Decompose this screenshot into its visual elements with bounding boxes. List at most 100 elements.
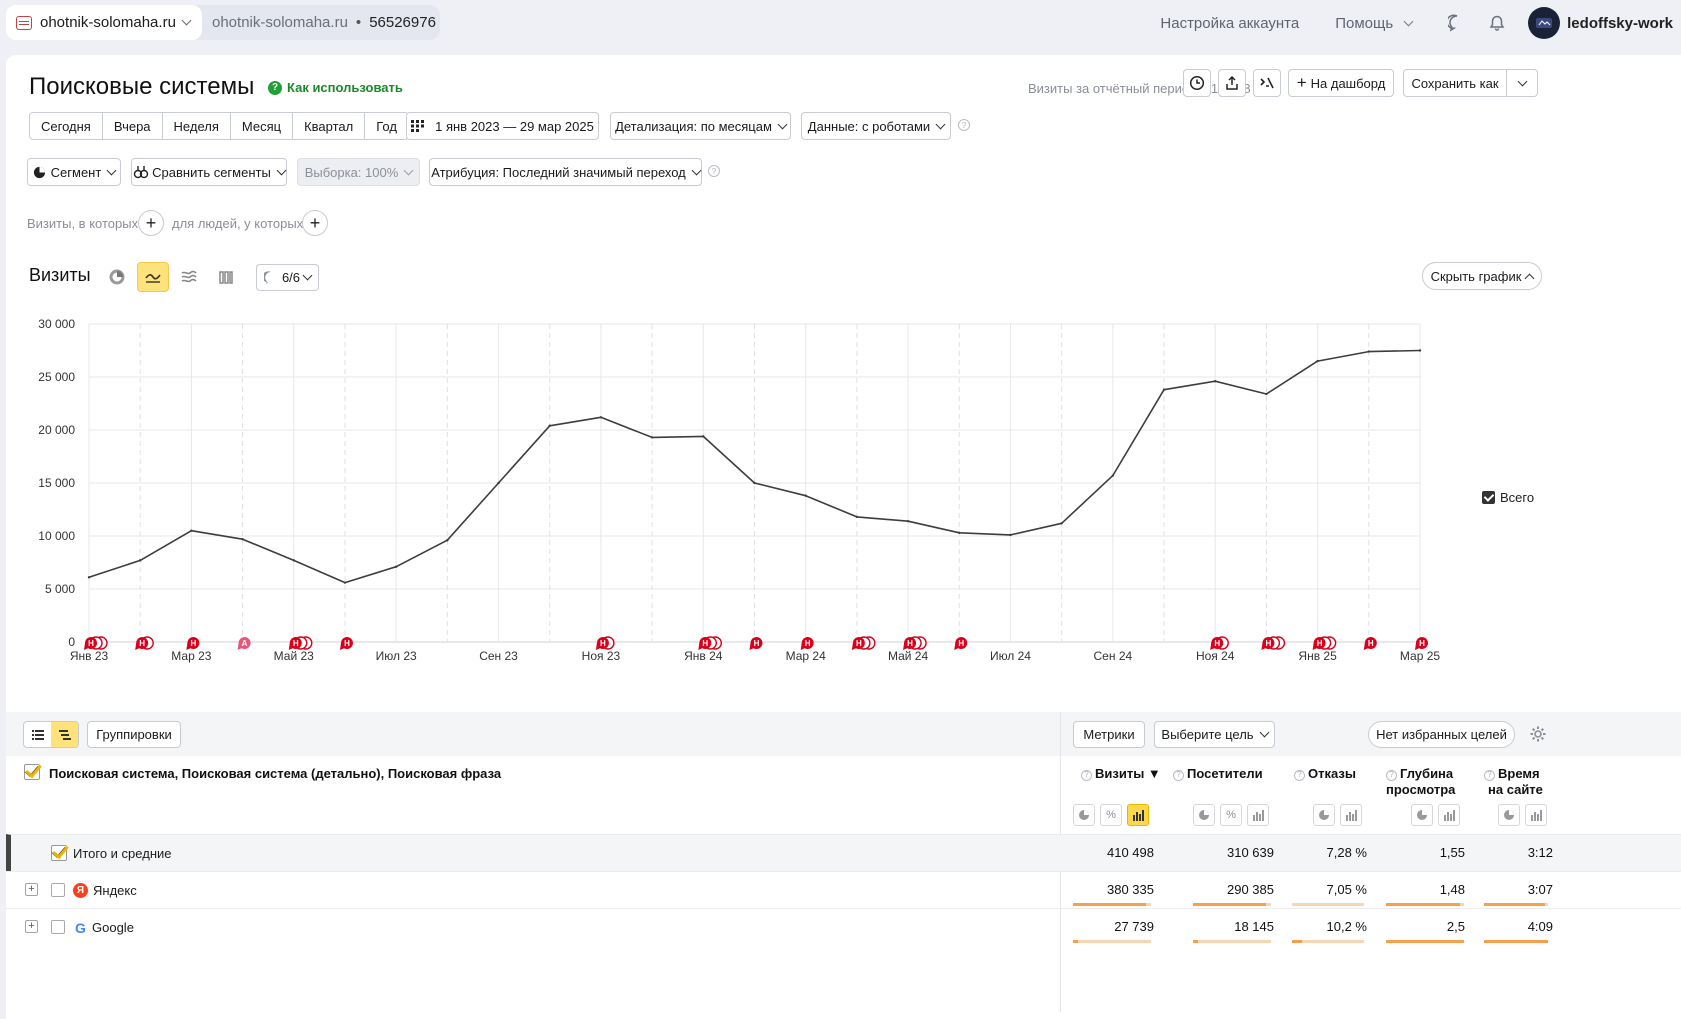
compare-segments-dropdown[interactable]: Сравнить сегменты bbox=[131, 158, 287, 186]
data-point bbox=[804, 494, 807, 497]
col-header-visits[interactable]: ? Визиты ▼ bbox=[1081, 766, 1161, 782]
favorite-goals-button[interactable]: Нет избранных целей bbox=[1368, 721, 1515, 748]
bar-time-fill bbox=[1484, 940, 1548, 943]
annotation-label: Н bbox=[1266, 639, 1272, 648]
period-year[interactable]: Год bbox=[365, 113, 408, 139]
annotation-marker[interactable]: Н bbox=[954, 637, 968, 650]
percent-toggle[interactable]: % bbox=[1220, 804, 1242, 826]
pie-chart-toggle[interactable] bbox=[1073, 804, 1095, 826]
annotation-marker[interactable]: Н bbox=[1363, 637, 1377, 650]
y-tick-label: 5 000 bbox=[45, 582, 75, 596]
pie-chart-icon bbox=[1417, 810, 1427, 820]
col-header-time[interactable]: ? Время на сайте bbox=[1484, 766, 1543, 798]
bar-visits-fill bbox=[1073, 940, 1079, 943]
save-as-button[interactable]: Сохранить как bbox=[1403, 69, 1507, 97]
hide-chart-label: Скрыть график bbox=[1430, 268, 1522, 284]
area-chart-type-button[interactable] bbox=[173, 262, 205, 292]
period-week[interactable]: Неделя bbox=[162, 113, 231, 139]
howto-link[interactable]: ? Как использовать bbox=[268, 80, 403, 95]
add-visits-filter-button[interactable]: + bbox=[138, 210, 164, 236]
groupings-button[interactable]: Группировки bbox=[87, 721, 181, 748]
col-visitors-label: Посетители bbox=[1187, 766, 1263, 781]
cell-visitors: 310 639 bbox=[1227, 845, 1274, 860]
history-button[interactable] bbox=[1183, 69, 1211, 97]
hide-chart-button[interactable]: Скрыть график bbox=[1422, 262, 1542, 290]
bar-toggle[interactable] bbox=[1127, 804, 1149, 826]
help-icon[interactable]: ? bbox=[708, 165, 720, 177]
dimensions-checkbox[interactable] bbox=[24, 764, 40, 780]
list-view-button[interactable] bbox=[24, 722, 51, 747]
bar-toggle[interactable] bbox=[1438, 804, 1460, 826]
bar-toggle[interactable] bbox=[1247, 804, 1269, 826]
view-mode-switch bbox=[23, 721, 79, 748]
pie-chart-toggle[interactable] bbox=[1411, 804, 1433, 826]
dashboard-button[interactable]: + На дашборд bbox=[1288, 69, 1394, 97]
help-icon[interactable]: ? bbox=[1081, 769, 1092, 781]
annotation-marker[interactable]: Н bbox=[749, 637, 763, 650]
avatar[interactable] bbox=[1528, 7, 1561, 39]
pie-chart-toggle[interactable] bbox=[1313, 804, 1335, 826]
table-row[interactable]: + G Google 27 739 18 145 10,2 % 2,5 4:09 bbox=[6, 908, 1681, 945]
bar-toggle[interactable] bbox=[1525, 804, 1547, 826]
goal-label: Выберите цель bbox=[1161, 727, 1254, 742]
annotation-label: Н bbox=[856, 639, 862, 648]
bar-chart-type-button[interactable] bbox=[210, 262, 242, 292]
site-selector[interactable]: ohotnik-solomaha.ru bbox=[6, 5, 202, 40]
help-icon[interactable]: ? bbox=[1294, 769, 1305, 781]
period-today[interactable]: Сегодня bbox=[30, 113, 103, 139]
period-yesterday[interactable]: Вчера bbox=[102, 113, 163, 139]
gear-icon[interactable] bbox=[1528, 724, 1548, 744]
chart-legend[interactable]: Всего bbox=[1482, 490, 1534, 505]
x-tick-label: Ноя 24 bbox=[1196, 649, 1235, 663]
percent-toggle[interactable]: % bbox=[1100, 804, 1122, 826]
detail-label: Детализация: по месяцам bbox=[615, 118, 772, 134]
col-header-bounces[interactable]: ? Отказы bbox=[1294, 766, 1356, 782]
chevron-down-icon bbox=[181, 15, 192, 26]
export-button[interactable] bbox=[1218, 69, 1246, 97]
expand-icon[interactable]: + bbox=[25, 920, 38, 933]
notes-dropdown[interactable]: 6/6 bbox=[256, 264, 319, 291]
chat-icon[interactable] bbox=[1448, 14, 1466, 32]
row-checkbox[interactable] bbox=[51, 920, 65, 934]
table-row-total[interactable]: Итого и средние 410 498 310 639 7,28 % 1… bbox=[6, 834, 1681, 871]
pie-chart-toggle[interactable] bbox=[1498, 804, 1520, 826]
annotation-marker[interactable]: Н bbox=[339, 637, 353, 650]
pie-chart-toggle[interactable] bbox=[1193, 804, 1215, 826]
row-checkbox[interactable] bbox=[51, 845, 67, 861]
period-month[interactable]: Месяц bbox=[230, 113, 294, 139]
help-icon[interactable]: ? bbox=[1386, 769, 1397, 781]
user-name[interactable]: ledoffsky-work bbox=[1567, 15, 1673, 32]
tree-view-button[interactable] bbox=[51, 722, 78, 747]
help-icon[interactable]: ? bbox=[1484, 769, 1495, 781]
data-point bbox=[241, 537, 244, 541]
pie-chart-type-button[interactable] bbox=[101, 262, 133, 292]
col-header-visitors[interactable]: ? Посетители bbox=[1173, 766, 1263, 782]
help-menu[interactable]: Помощь bbox=[1335, 15, 1414, 32]
data-mode-dropdown[interactable]: Данные: с роботами bbox=[801, 112, 951, 140]
site-domain: ohotnik-solomaha.ru bbox=[212, 14, 348, 31]
attribution-dropdown[interactable]: Атрибуция: Последний значимый переход bbox=[429, 158, 702, 186]
data-point bbox=[548, 424, 551, 427]
date-range-picker[interactable]: 1 янв 2023 — 29 мар 2025 bbox=[406, 112, 599, 140]
legend-checkbox[interactable] bbox=[1482, 491, 1495, 504]
line-chart-type-button[interactable] bbox=[137, 262, 169, 292]
bell-icon[interactable] bbox=[1488, 14, 1506, 32]
detail-dropdown[interactable]: Детализация: по месяцам bbox=[610, 112, 791, 140]
goal-dropdown[interactable]: Выберите цель bbox=[1154, 721, 1275, 748]
period-quarter[interactable]: Квартал bbox=[293, 113, 366, 139]
segment-dropdown[interactable]: Сегмент bbox=[27, 158, 121, 186]
api-button[interactable] bbox=[1253, 69, 1281, 97]
help-icon[interactable]: ? bbox=[958, 119, 970, 131]
annotation-marker[interactable]: А bbox=[237, 637, 251, 650]
metrics-button[interactable]: Метрики bbox=[1073, 721, 1145, 748]
col-header-depth[interactable]: ? Глубина просмотра bbox=[1386, 766, 1455, 798]
chevron-down-icon bbox=[1259, 727, 1270, 738]
table-row[interactable]: + Я Яндекс 380 335 290 385 7,05 % 1,48 3… bbox=[6, 871, 1681, 908]
bar-toggle[interactable] bbox=[1340, 804, 1362, 826]
row-checkbox[interactable] bbox=[51, 883, 65, 897]
account-settings-link[interactable]: Настройка аккаунта bbox=[1160, 15, 1299, 32]
help-icon[interactable]: ? bbox=[1173, 769, 1184, 781]
add-people-filter-button[interactable]: + bbox=[302, 210, 328, 236]
expand-icon[interactable]: + bbox=[25, 883, 38, 896]
save-dropdown-button[interactable] bbox=[1506, 69, 1538, 97]
